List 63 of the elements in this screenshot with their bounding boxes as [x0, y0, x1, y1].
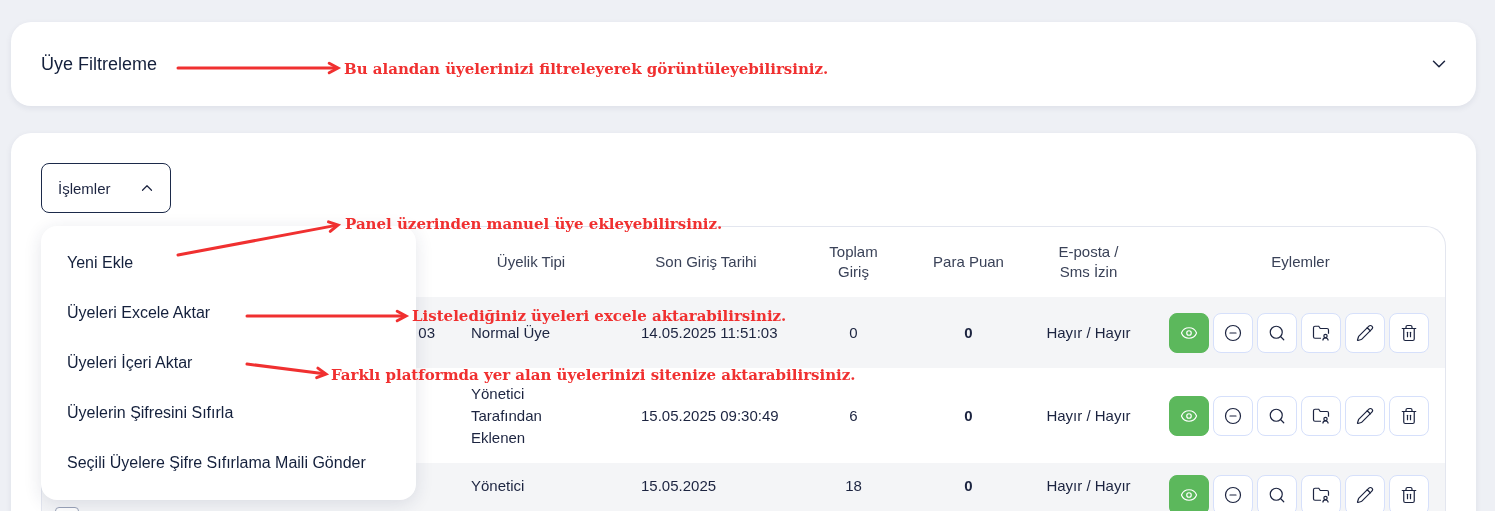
menu-item[interactable]: Üyeleri İçeri Aktar	[41, 338, 205, 388]
column-header: E-posta / Sms İzin	[1057, 242, 1120, 282]
trash-icon	[1400, 323, 1418, 342]
table-cell-text: 0	[848, 322, 859, 343]
table-cell-text: Yönetici	[470, 476, 526, 496]
table-cell-text: 18	[844, 476, 863, 496]
search-button[interactable]	[1257, 475, 1297, 511]
table-cell-text: 0	[963, 476, 974, 496]
pencil-icon	[1356, 486, 1374, 504]
trash-icon	[1400, 406, 1418, 425]
search-icon	[1268, 406, 1286, 425]
search-icon	[1268, 323, 1286, 342]
remove-button[interactable]	[1213, 475, 1253, 511]
annotation-text: Listelediğiniz üyeleri excele aktarabilirsiniz.	[412, 307, 787, 325]
table-cell-text: Hayır / Hayır	[1045, 322, 1132, 343]
annotation-text: Farklı platformda yer alan üyelerinizi sitenize aktarabilirsiniz.	[331, 366, 856, 384]
search-button[interactable]	[1257, 395, 1297, 436]
table-cell-text: 15.05.2025	[640, 476, 718, 496]
column-header: Eylemler	[1270, 252, 1331, 272]
table-cell-text: 03	[418, 323, 435, 343]
delete-button[interactable]	[1389, 475, 1429, 511]
minus-circle-icon	[1224, 323, 1242, 342]
menu-item[interactable]: Yeni Ekle	[41, 238, 146, 288]
remove-button[interactable]	[1213, 312, 1253, 353]
delete-button[interactable]	[1389, 312, 1429, 353]
annotation-text: Panel üzerinden manuel üye ekleyebilirsiniz.	[345, 215, 723, 233]
pencil-icon	[1356, 406, 1374, 425]
column-header: Para Puan	[932, 252, 1005, 272]
folder-button[interactable]	[1301, 475, 1341, 511]
table-cell-text: 0	[963, 405, 974, 426]
remove-button[interactable]	[1213, 395, 1253, 436]
annotation-text: Bu alandan üyelerinizi filtreleyerek görüntüleyebilirsiniz.	[344, 60, 829, 78]
eye-icon	[1180, 486, 1198, 504]
table-cell-text: Yönetici Tarafından Eklenen	[470, 383, 543, 448]
folder-user-icon	[1312, 406, 1330, 425]
actions-dropdown-button[interactable]: İşlemler	[41, 163, 171, 213]
folder-button[interactable]	[1301, 395, 1341, 436]
menu-item[interactable]: Üyeleri Excele Aktar	[41, 288, 223, 338]
folder-user-icon	[1312, 486, 1330, 504]
menu-item[interactable]: Seçili Üyelere Şifre Sıfırlama Maili Gönder	[41, 438, 378, 488]
filter-panel-title: Üye Filtreleme	[41, 53, 158, 75]
column-header: Toplam Giriş	[828, 242, 879, 282]
trash-icon	[1400, 486, 1418, 504]
menu-item[interactable]: Üyelerin Şifresini Sıfırla	[41, 388, 246, 438]
pencil-icon	[1356, 323, 1374, 342]
folder-button[interactable]	[1301, 312, 1341, 353]
column-header: Son Giriş Tarihi	[654, 252, 758, 272]
table-cell-text: Hayır / Hayır	[1045, 476, 1132, 496]
table-cell-text: 15.05.2025 09:30:49	[640, 405, 780, 426]
table-cell-text: 0	[963, 322, 974, 343]
table-cell-text: 6	[848, 405, 859, 426]
edit-button[interactable]	[1345, 312, 1385, 353]
delete-button[interactable]	[1389, 395, 1429, 436]
search-button[interactable]	[1257, 312, 1297, 353]
edit-button[interactable]	[1345, 475, 1385, 511]
minus-circle-icon	[1224, 486, 1242, 504]
table-cell-text: 14.05.2025 11:51:03	[640, 322, 779, 343]
minus-circle-icon	[1224, 406, 1242, 425]
column-header: Üyelik Tipi	[495, 252, 567, 272]
search-icon	[1268, 486, 1286, 504]
table-cell-text: Hayır / Hayır	[1045, 405, 1132, 426]
folder-user-icon	[1312, 323, 1330, 342]
edit-button[interactable]	[1345, 395, 1385, 436]
